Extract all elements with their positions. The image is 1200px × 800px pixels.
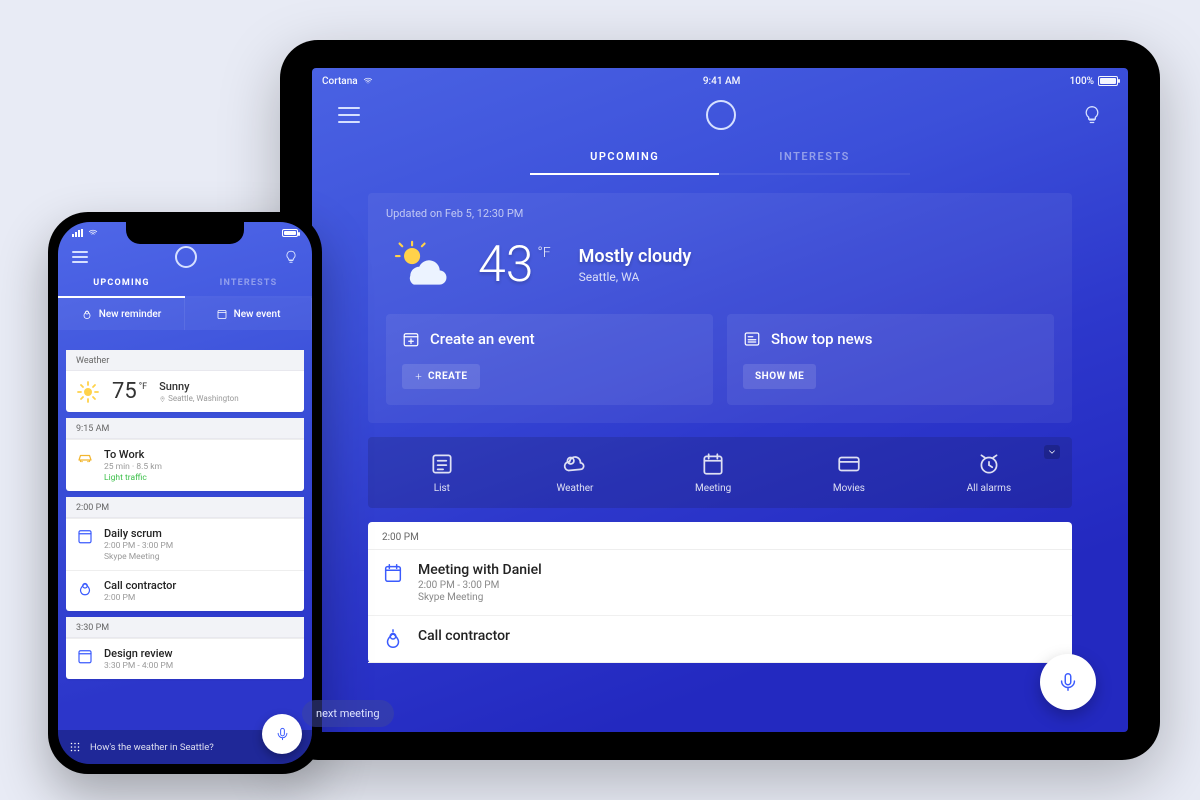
car-icon <box>76 448 94 466</box>
show-me-button[interactable]: SHOW ME <box>743 364 816 389</box>
hamburger-menu-icon[interactable] <box>338 107 360 123</box>
create-event-card: Create an event CREATE <box>386 314 713 405</box>
calendar-icon <box>382 562 404 584</box>
weather-header-label: Weather <box>66 350 304 371</box>
alarm-icon <box>976 451 1002 477</box>
calendar-icon <box>216 308 228 320</box>
quick-meeting[interactable]: Meeting <box>695 451 731 494</box>
pin-icon <box>159 395 166 403</box>
tab-interests[interactable]: INTERESTS <box>719 140 910 175</box>
list-icon <box>429 451 455 477</box>
quick-list[interactable]: List <box>429 451 455 494</box>
signal-icon <box>72 229 83 237</box>
tablet-screen: Cortana 9:41 AM 100% UPCOMING INTERESTS … <box>312 68 1128 732</box>
weather-temp: 43°F <box>478 240 551 290</box>
phone-quick-actions: New reminder New event <box>58 298 312 330</box>
weather-condition: Mostly cloudy <box>579 246 692 267</box>
suggestion-chip-container: next meeting <box>302 700 394 727</box>
agenda-2pm-card: 2:00 PM Daily scrum 2:00 PM - 3:00 PM Sk… <box>66 497 304 611</box>
time-330pm: 3:30 PM <box>66 617 304 638</box>
new-event-button[interactable]: New event <box>185 298 312 330</box>
phone-device: UPCOMING INTERESTS New reminder New even… <box>48 212 322 774</box>
reminder-icon <box>81 308 93 320</box>
weather-summary[interactable]: 43°F Mostly cloudy Seattle, WA <box>368 220 1072 314</box>
new-reminder-button[interactable]: New reminder <box>58 298 185 330</box>
hamburger-menu-icon[interactable] <box>72 251 88 263</box>
calendar-icon <box>76 647 94 665</box>
calendar-plus-icon <box>402 330 420 348</box>
agenda-330pm-card: 3:30 PM Design review 3:30 PM - 4:00 PM <box>66 617 304 679</box>
weather-card: Updated on Feb 5, 12:30 PM 43°F Mostly c… <box>368 193 1072 423</box>
commute-card: 9:15 AM To Work 25 min · 8.5 km Light tr… <box>66 418 304 491</box>
agenda-item-meeting-daniel[interactable]: Meeting with Daniel 2:00 PM - 3:00 PM Sk… <box>368 550 1072 616</box>
lightbulb-icon[interactable] <box>1082 104 1102 126</box>
calendar-icon <box>700 451 726 477</box>
plus-icon <box>414 372 423 381</box>
cortana-logo-icon <box>175 246 197 268</box>
create-event-title: Create an event <box>430 330 535 348</box>
microphone-icon <box>1057 669 1079 695</box>
sun-icon <box>76 380 100 404</box>
weather-temp: 75°F <box>112 379 147 404</box>
tab-interests[interactable]: INTERESTS <box>185 270 312 298</box>
tablet-device: Cortana 9:41 AM 100% UPCOMING INTERESTS … <box>280 40 1160 760</box>
microphone-button[interactable] <box>262 714 302 754</box>
wifi-icon <box>362 76 374 86</box>
battery-icon <box>1098 76 1118 86</box>
statusbar-clock: 9:41 AM <box>703 76 741 87</box>
movie-icon <box>836 451 862 477</box>
phone-screen: UPCOMING INTERESTS New reminder New even… <box>58 222 312 764</box>
collapse-icon[interactable] <box>1044 445 1060 459</box>
time-915am: 9:15 AM <box>66 418 304 439</box>
ask-prompt: How's the weather in Seattle? <box>90 742 214 753</box>
weather-condition: Sunny <box>159 380 239 393</box>
quick-weather[interactable]: Weather <box>556 451 593 494</box>
statusbar-app-name: Cortana <box>322 76 358 87</box>
tablet-tabrow: UPCOMING INTERESTS <box>312 140 1128 175</box>
apps-grid-icon[interactable] <box>68 740 82 754</box>
news-icon <box>743 330 761 348</box>
quick-alarms[interactable]: All alarms <box>967 451 1012 494</box>
show-news-title: Show top news <box>771 330 873 348</box>
tablet-status-bar: Cortana 9:41 AM 100% <box>312 68 1128 90</box>
calendar-icon <box>76 527 94 545</box>
create-button[interactable]: CREATE <box>402 364 480 389</box>
phone-tabrow: UPCOMING INTERESTS <box>58 270 312 298</box>
cortana-logo-icon <box>706 100 736 130</box>
microphone-icon <box>275 725 290 743</box>
cloud-icon <box>562 451 588 477</box>
quick-actions-card: List Weather Meeting Movies <box>368 437 1072 508</box>
show-news-card: Show top news SHOW ME <box>727 314 1054 405</box>
suggestion-chip-next-meeting[interactable]: next meeting <box>302 700 394 727</box>
battery-icon <box>282 229 298 237</box>
time-200pm: 2:00 PM <box>66 497 304 518</box>
commute-item[interactable]: To Work 25 min · 8.5 km Light traffic <box>66 439 304 491</box>
microphone-button[interactable] <box>1040 654 1096 710</box>
agenda-item-call-contractor[interactable]: Call contractor <box>368 616 1072 663</box>
agenda-item-daily-scrum[interactable]: Daily scrum 2:00 PM - 3:00 PM Skype Meet… <box>66 518 304 570</box>
agenda-card: 2:00 PM Meeting with Daniel 2:00 PM - 3:… <box>368 522 1072 663</box>
reminder-icon <box>382 628 404 650</box>
partly-cloudy-icon <box>392 240 450 290</box>
statusbar-battery-pct: 100% <box>1070 76 1094 87</box>
agenda-time-2pm: 2:00 PM <box>368 522 1072 550</box>
phone-notch <box>126 222 244 244</box>
wifi-icon <box>87 228 99 238</box>
weather-location: Seattle, Washington <box>159 394 239 403</box>
agenda-item-call-contractor[interactable]: Call contractor 2:00 PM <box>66 570 304 611</box>
weather-location: Seattle, WA <box>579 270 692 284</box>
lightbulb-icon[interactable] <box>284 249 298 265</box>
weather-card[interactable]: Weather 75°F Sunny Seattle, Washington <box>66 350 304 412</box>
agenda-item-design-review[interactable]: Design review 3:30 PM - 4:00 PM <box>66 638 304 679</box>
quick-movies[interactable]: Movies <box>833 451 865 494</box>
reminder-icon <box>76 579 94 597</box>
tab-upcoming[interactable]: UPCOMING <box>58 270 185 298</box>
updated-label: Updated on Feb 5, 12:30 PM <box>368 193 1072 220</box>
tab-upcoming[interactable]: UPCOMING <box>530 140 719 175</box>
